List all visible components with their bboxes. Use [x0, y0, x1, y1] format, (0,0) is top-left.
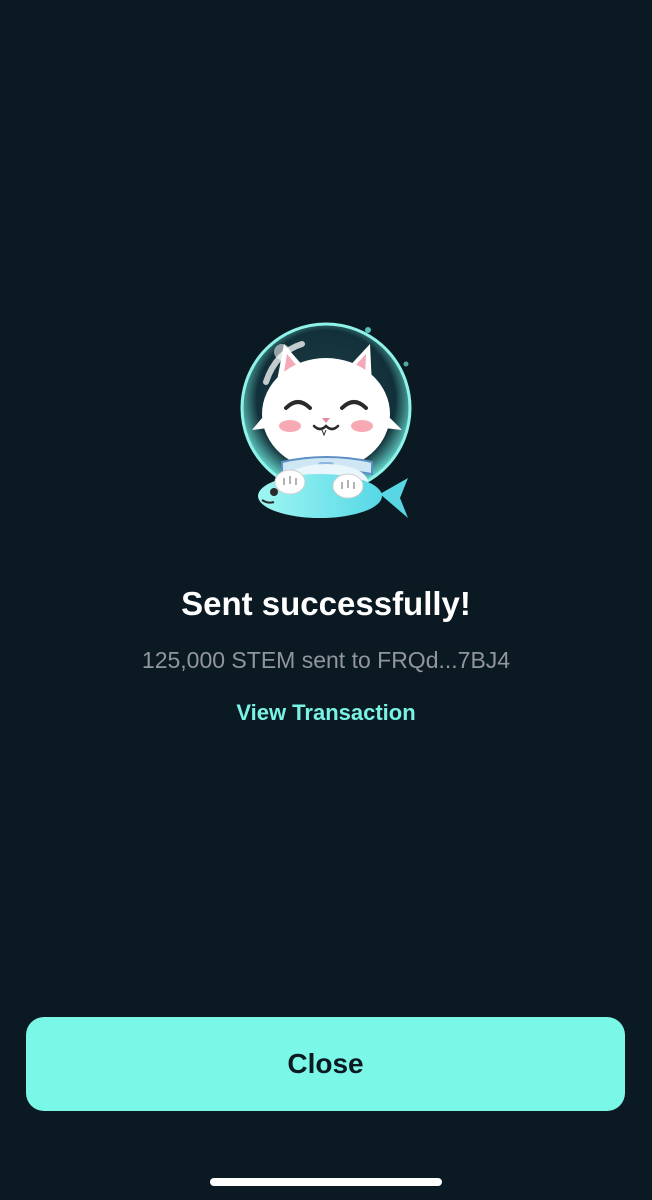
transfer-summary: 125,000 STEM sent to FRQd...7BJ4	[141, 647, 511, 673]
view-transaction-link[interactable]: View Transaction	[200, 697, 452, 729]
astronaut-cat-icon	[232, 322, 422, 532]
home-indicator	[210, 1178, 442, 1186]
success-title: Sent successfully!	[181, 585, 471, 622]
close-button[interactable]: Close	[26, 1017, 625, 1111]
